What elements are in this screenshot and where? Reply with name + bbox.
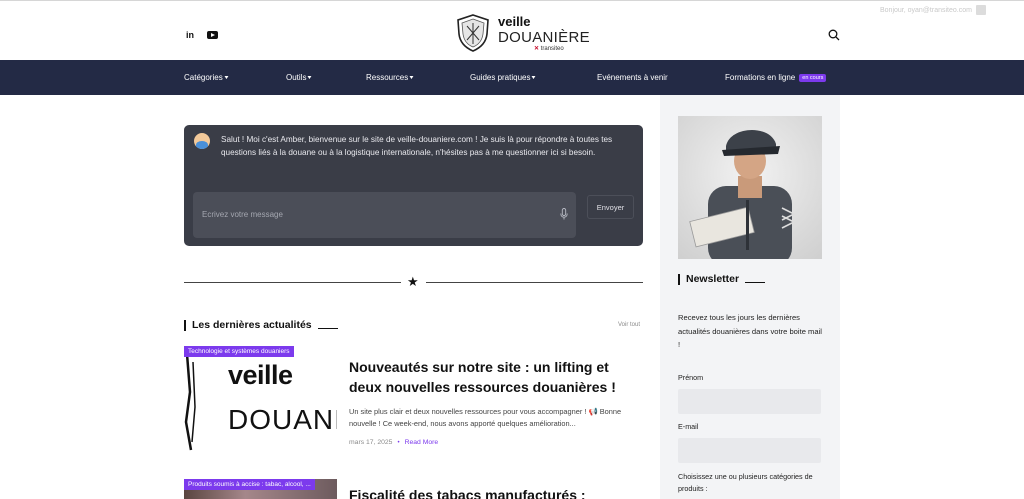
see-all-link[interactable]: Voir tout: [618, 322, 640, 328]
email-field[interactable]: [678, 438, 821, 463]
section-divider: ★: [184, 274, 643, 289]
search-icon[interactable]: [828, 29, 840, 41]
newsletter-description: Recevez tous les jours les dernières act…: [678, 313, 822, 350]
chat-input-placeholder: Ecrivez votre message: [202, 210, 283, 219]
shield-logo-icon: [457, 14, 489, 52]
youtube-icon[interactable]: [206, 29, 218, 41]
linkedin-icon[interactable]: in: [184, 29, 196, 41]
send-button[interactable]: Envoyer: [587, 195, 634, 219]
chevron-down-icon: ▾: [409, 75, 414, 81]
status-badge: en cours: [799, 73, 827, 82]
chatbot-widget: Salut ! Moi c'est Amber, bienvenue sur l…: [184, 125, 643, 246]
article-title[interactable]: Nouveautés sur notre site : un lifting e…: [349, 357, 639, 398]
category-tag[interactable]: Technologie et systèmes douaniers: [184, 346, 294, 357]
thumbnail-word-veille: veille: [228, 360, 293, 390]
categories-label: Choisissez une ou plusieurs catégories d…: [678, 472, 813, 494]
sidebar: Newsletter Recevez tous les jours les de…: [660, 95, 840, 499]
email-label: E-mail: [678, 422, 699, 431]
read-more-link[interactable]: Read More: [405, 439, 439, 446]
newsletter-title: Newsletter: [678, 273, 766, 285]
article-meta: mars 17, 2025 • Read More: [349, 439, 438, 446]
nav-item-guides[interactable]: Guides pratiques ▾: [470, 73, 536, 82]
chevron-down-icon: ▾: [532, 75, 536, 81]
first-name-label: Prénom: [678, 373, 704, 382]
brush-strokes-decoration: [184, 353, 196, 451]
chatbot-message: Salut ! Moi c'est Amber, bienvenue sur l…: [221, 135, 613, 158]
thumbnail-word-douaniere: DOUANIÈRE: [228, 404, 337, 435]
logo-word-veille: veille: [498, 13, 531, 29]
category-tag[interactable]: Produits soumis à accise : tabac, alcool…: [184, 479, 315, 490]
logo-by-transiteo: ✕ transiteo: [534, 45, 564, 52]
nav-item-categories[interactable]: Catégories ▾: [184, 73, 228, 82]
logo-word-douaniere: DOUANIÈRE: [498, 28, 590, 46]
nav-item-formations[interactable]: Formations en ligne en cours: [725, 73, 827, 82]
article-thumbnail[interactable]: veille DOUANIÈRE: [184, 346, 337, 459]
nav-item-outils[interactable]: Outils ▾: [286, 73, 312, 82]
chevron-down-icon: ▾: [308, 75, 312, 81]
avatar: [975, 5, 986, 15]
user-account[interactable]: Bonjour, oyan@transiteo.com: [880, 5, 986, 15]
star-icon: ★: [407, 274, 419, 289]
news-section-title: Les dernières actualités: [184, 319, 338, 331]
chat-input[interactable]: Ecrivez votre message: [193, 192, 576, 238]
site-logo[interactable]: veille DOUANIÈRE ✕ transiteo: [456, 14, 590, 52]
article-date: mars 17, 2025: [349, 439, 393, 446]
microphone-icon[interactable]: [560, 208, 568, 220]
customs-officer-image: [678, 116, 822, 259]
article-title[interactable]: Fiscalité des tabacs manufacturés :: [349, 487, 586, 499]
chatbot-avatar: [194, 133, 210, 149]
bullet-icon: •: [397, 439, 400, 446]
nav-item-ressources[interactable]: Ressources ▾: [366, 73, 414, 82]
user-account-label: Bonjour, oyan@transiteo.com: [880, 6, 972, 14]
social-links: in: [184, 29, 218, 41]
chevron-down-icon: ▾: [224, 75, 229, 81]
page: in veille DOUANIÈRE ✕ transiteo Bonjour,…: [0, 0, 1024, 499]
article-excerpt: Un site plus clair et deux nouvelles res…: [349, 407, 622, 429]
first-name-field[interactable]: [678, 389, 821, 414]
top-header: in veille DOUANIÈRE ✕ transiteo Bonjour,…: [0, 1, 1024, 60]
nav-item-evenements[interactable]: Evénements à venir: [597, 73, 668, 82]
main-nav: Catégories ▾ Outils ▾ Ressources ▾ Guides p…: [0, 60, 1024, 95]
